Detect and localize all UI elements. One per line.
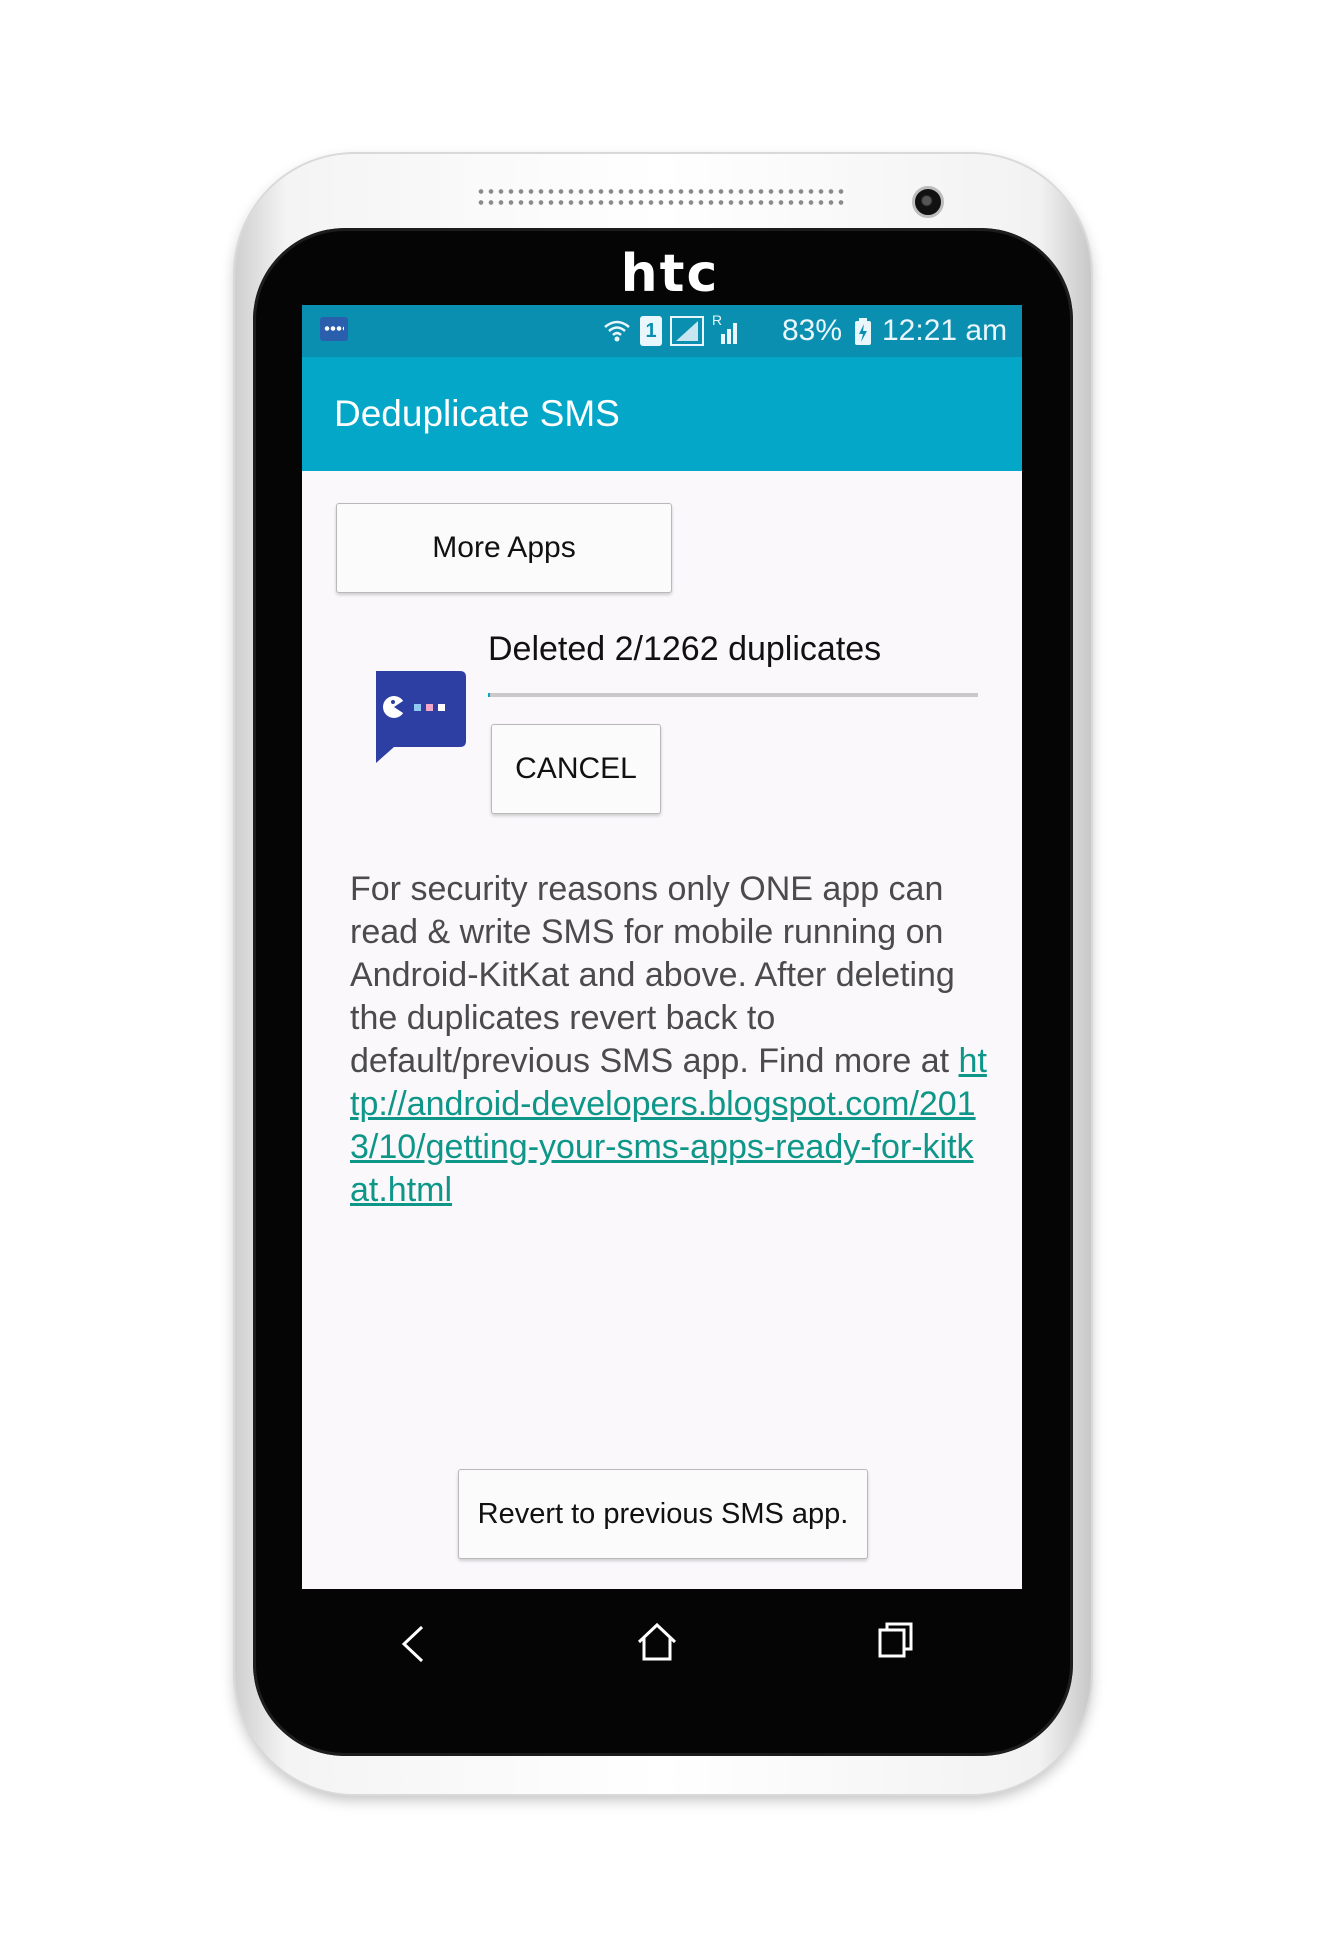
earpiece-speaker [476, 186, 848, 208]
cancel-button[interactable]: CANCEL [491, 724, 661, 814]
app-bar: Deduplicate SMS [302, 357, 1022, 471]
more-apps-button[interactable]: More Apps [336, 503, 672, 593]
app-title: Deduplicate SMS [334, 393, 620, 434]
progress-label: Deleted 2/1262 duplicates [488, 630, 882, 668]
revert-sms-app-button[interactable]: Revert to previous SMS app. [458, 1469, 868, 1559]
battery-charging-icon [854, 318, 872, 351]
sim-1-icon: 1 [640, 316, 662, 346]
signal-roaming-icon: R [712, 312, 742, 346]
front-camera [912, 186, 944, 218]
clock: 12:21 am [882, 314, 1008, 347]
status-bar: 1 R 83% 12:21 am [302, 305, 1022, 357]
info-text: For security reasons only ONE app can re… [350, 868, 990, 1212]
sms-notification-icon [320, 317, 348, 341]
brand-logo: htc [620, 244, 720, 304]
info-message: For security reasons only ONE app can re… [350, 870, 959, 1080]
progress-fill [488, 693, 490, 697]
back-icon[interactable] [398, 1623, 428, 1670]
wifi-icon [602, 316, 632, 346]
recents-icon[interactable] [876, 1620, 916, 1665]
battery-percent: 83% [782, 314, 843, 347]
progress-bar [488, 693, 978, 697]
signal-icon [670, 316, 704, 346]
dedupe-sms-app-icon [372, 671, 466, 767]
screen: 1 R 83% 12:21 am Deduplicate SMS More Ap… [302, 305, 1022, 1589]
status-icons: 1 R [602, 312, 742, 349]
home-icon[interactable] [635, 1620, 679, 1669]
